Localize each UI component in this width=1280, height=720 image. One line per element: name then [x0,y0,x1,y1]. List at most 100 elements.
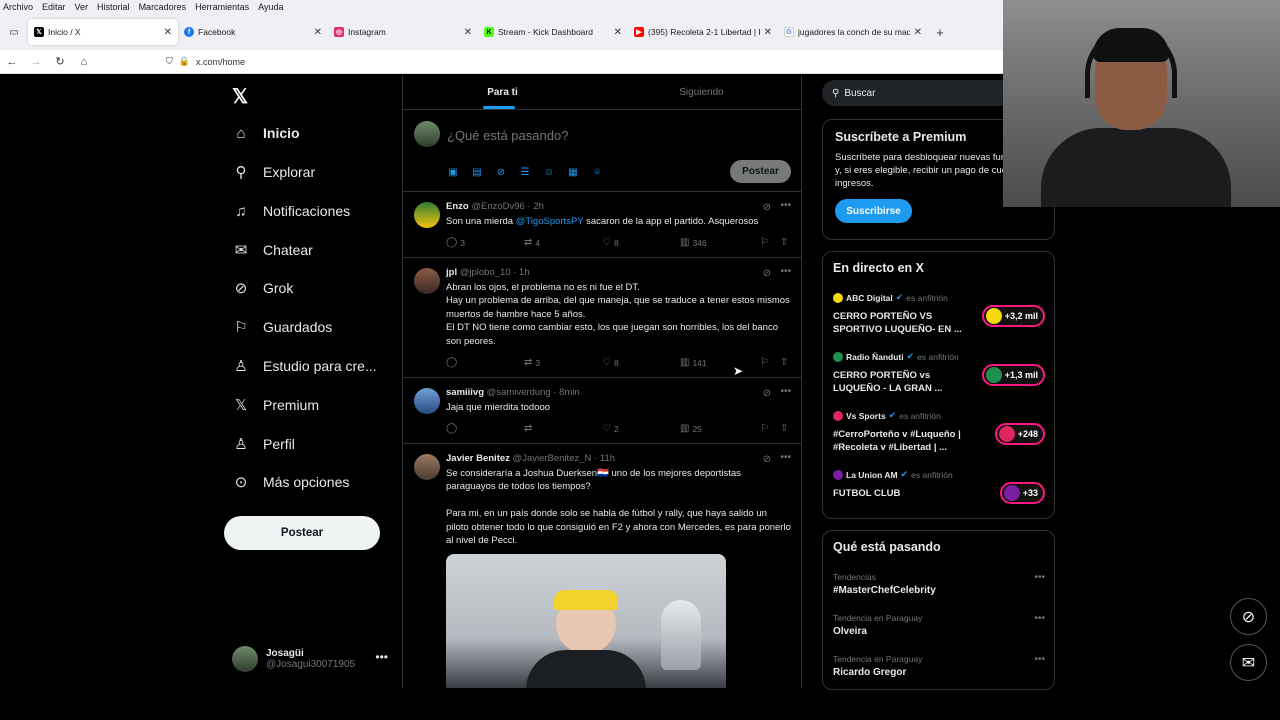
poll-icon[interactable]: ☰ [519,166,531,178]
x-logo-icon[interactable]: 𝕏 [232,84,248,109]
live-item[interactable]: Radio Ñanduti ✔ es anfitrión CERRO PORTEÑO… [833,351,1045,395]
sidebar-item-premium[interactable]: 𝕏 Premium [232,390,319,420]
menu-historial[interactable]: Historial [97,2,130,12]
bookmark-button[interactable]: ⚐ [760,357,772,368]
url-bar[interactable]: ⛉ 🔒 x.com/home [166,56,245,67]
close-tab-icon[interactable]: ✕ [914,27,922,38]
subscribe-button[interactable]: Suscribirse [835,199,912,223]
tweet-time[interactable]: 8min [559,387,580,398]
reply-button[interactable]: ◯ [446,423,460,434]
trend-item[interactable]: Tendencias #MasterChefCelebrity ••• [833,572,1045,596]
trend-item[interactable]: Tendencia en Paraguay Ricardo Gregor ••• [833,654,1045,678]
tweet-handle[interactable]: @jplobo_10 [460,267,511,278]
sidebar-item-perfil[interactable]: ♙ Perfil [232,429,295,459]
sidebar-item-guardados[interactable]: ⚐ Guardados [232,312,332,342]
more-icon[interactable]: ••• [780,452,791,463]
schedule-icon[interactable]: ▦ [567,166,579,178]
tweet[interactable]: Enzo @EnzoDv96 · 2h ⊘ ••• Son una mierda… [403,192,801,258]
share-button[interactable]: ⇧ [780,423,791,434]
tweet-author[interactable]: jpl [446,267,457,278]
sidebar-item-mas-opciones[interactable]: ⊙ Más opciones [232,467,350,497]
repost-button[interactable]: ⇄ 3 [524,357,540,368]
tweet-author[interactable]: samiiivg [446,387,484,398]
sidebar-item-chatear[interactable]: ✉ Chatear [232,235,313,265]
composer-post-button[interactable]: Postear [730,160,791,183]
sidebar-item-estudio[interactable]: ♙ Estudio para cre... [232,351,376,381]
location-icon[interactable]: ⌾ [591,166,603,178]
home-icon[interactable]: ⌂ [72,56,96,68]
menu-archivo[interactable]: Archivo [3,2,33,12]
post-button[interactable]: Postear [224,516,380,550]
tab-siguiendo[interactable]: Siguiendo [602,76,801,109]
avatar[interactable] [414,454,440,480]
grok-icon[interactable]: ⊘ [763,454,771,465]
more-icon[interactable]: ••• [1034,572,1045,583]
listener-count[interactable]: +1,3 mil [981,364,1045,386]
more-icon[interactable]: ••• [1034,613,1045,624]
sidebar-item-inicio[interactable]: ⌂ Inicio [232,118,299,148]
emoji-icon[interactable]: ☺ [543,166,555,178]
live-item[interactable]: ABC Digital ✔ es anfitrión CERRO PORTEÑO V… [833,292,1045,336]
tweet[interactable]: samiiivg @samiverdung · 8min ⊘ ••• Jaja … [403,378,801,444]
like-button[interactable]: ♡ 8 [602,237,619,248]
listener-count[interactable]: +33 [999,482,1045,504]
sidebar-item-notificaciones[interactable]: ♫ Notificaciones [232,196,350,226]
tweet-handle[interactable]: @samiverdung [487,387,551,398]
browser-tab-kick[interactable]: K Stream - Kick Dashboard ✕ [478,19,628,45]
sidebar-item-grok[interactable]: ⊘ Grok [232,273,294,303]
menu-herramientas[interactable]: Herramientas [195,2,249,12]
tab-para-ti[interactable]: Para ti [403,76,602,109]
share-button[interactable]: ⇧ [780,237,791,248]
more-icon[interactable]: ••• [780,266,791,277]
bookmark-button[interactable]: ⚐ [760,237,772,248]
more-icon[interactable]: ••• [780,386,791,397]
browser-tab-google[interactable]: G jugadores la conch de su madre ✕ [778,19,928,45]
menu-marcadores[interactable]: Marcadores [139,2,187,12]
tweet-time[interactable]: 11h [600,453,615,464]
reply-button[interactable]: ◯ 3 [446,237,465,248]
browser-tab-youtube[interactable]: ▶ (395) Recoleta 2-1 Libertad | Fe ✕ [628,19,778,45]
like-button[interactable]: ♡ 8 [602,357,619,368]
grok-icon[interactable]: ⊘ [495,166,507,178]
reply-button[interactable]: ◯ [446,357,460,368]
repost-button[interactable]: ⇄ [524,423,535,434]
menu-editar[interactable]: Editar [42,2,66,12]
messages-fab[interactable]: ✉ [1230,644,1267,681]
grok-icon[interactable]: ⊘ [763,202,771,213]
reload-icon[interactable]: ↻ [48,55,72,68]
tweet[interactable]: Javier Benitez @JavierBenitez_N · 11h ⊘ … [403,444,801,688]
avatar[interactable] [414,268,440,294]
browser-tab-facebook[interactable]: f Facebook ✕ [178,19,328,45]
back-icon[interactable]: ← [0,56,24,68]
sidebar-item-explorar[interactable]: ⚲ Explorar [232,157,316,187]
views-button[interactable]: ▥ 346 [680,237,707,248]
tweet-image[interactable] [446,554,726,688]
avatar[interactable] [414,202,440,228]
new-tab-icon[interactable]: + [928,25,952,40]
more-icon[interactable]: ••• [780,200,791,211]
gif-icon[interactable]: ▤ [471,166,483,178]
grok-fab[interactable]: ⊘ [1230,598,1267,635]
tweet-author[interactable]: Enzo [446,201,469,212]
composer-input[interactable]: ¿Qué está pasando? [447,128,568,143]
more-icon[interactable]: ••• [1034,654,1045,665]
like-button[interactable]: ♡ 2 [602,423,619,434]
trend-item[interactable]: Tendencia en Paraguay Olveira ••• [833,613,1045,637]
tweet-time[interactable]: 1h [519,267,530,278]
menu-ayuda[interactable]: Ayuda [258,2,283,12]
browser-tab-instagram[interactable]: ◎ Instagram ✕ [328,19,478,45]
close-tab-icon[interactable]: ✕ [314,27,322,38]
live-item[interactable]: Vs Sports ✔ es anfitrión #CerroPorteño v #… [833,410,1045,454]
more-icon[interactable]: ••• [375,650,388,664]
views-button[interactable]: ▥ 141 [680,357,707,368]
bookmark-button[interactable]: ⚐ [760,423,772,434]
account-switcher[interactable]: Josagüi @Josagui30071905 ••• [232,644,392,674]
close-tab-icon[interactable]: ✕ [164,27,172,38]
views-button[interactable]: ▥ 25 [680,423,702,434]
image-icon[interactable]: ▣ [447,166,459,178]
listener-count[interactable]: +3,2 mil [981,305,1045,327]
mention-link[interactable]: @TigoSportsPY [516,216,584,227]
tweet-author[interactable]: Javier Benitez [446,453,510,464]
tweet[interactable]: jpl @jplobo_10 · 1h ⊘ ••• Abran los ojos… [403,258,801,378]
close-tab-icon[interactable]: ✕ [614,27,622,38]
